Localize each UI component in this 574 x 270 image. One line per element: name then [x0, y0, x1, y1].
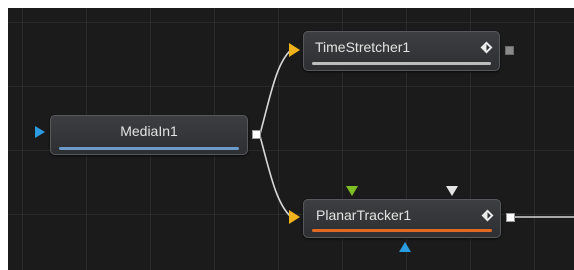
- node-planartracker[interactable]: PlanarTracker1: [303, 199, 501, 238]
- node-mediain[interactable]: MediaIn1: [50, 115, 248, 155]
- node-editor-canvas[interactable]: MediaIn1 TimeStretcher1 PlanarTracker1: [8, 8, 574, 270]
- planartracker-effect-mask-triangle[interactable]: [399, 242, 411, 252]
- planartracker-mask-white-triangle[interactable]: [446, 186, 458, 196]
- diamond-icon[interactable]: [481, 209, 494, 222]
- wire-mediain-to-planartracker[interactable]: [259, 135, 292, 218]
- planartracker-label: PlanarTracker1: [316, 207, 412, 223]
- planartracker-color-bar: [312, 229, 492, 232]
- planartracker-mask-green-triangle[interactable]: [346, 186, 358, 196]
- timestretcher-color-bar: [312, 62, 491, 65]
- mediain-color-bar: [59, 147, 239, 150]
- node-timestretcher[interactable]: TimeStretcher1: [303, 31, 500, 71]
- mediain-input-triangle[interactable]: [35, 126, 45, 138]
- planartracker-input-triangle[interactable]: [289, 210, 300, 224]
- screenshot-frame: MediaIn1 TimeStretcher1 PlanarTracker1: [0, 0, 574, 270]
- diamond-icon[interactable]: [480, 41, 493, 54]
- timestretcher-label: TimeStretcher1: [315, 39, 411, 55]
- timestretcher-input-triangle[interactable]: [289, 43, 300, 57]
- mediain-output-port[interactable]: [252, 130, 261, 139]
- timestretcher-output-port[interactable]: [505, 46, 514, 55]
- wire-mediain-to-timestretcher[interactable]: [259, 49, 292, 135]
- mediain-label: MediaIn1: [120, 123, 178, 139]
- planartracker-output-port[interactable]: [506, 213, 515, 222]
